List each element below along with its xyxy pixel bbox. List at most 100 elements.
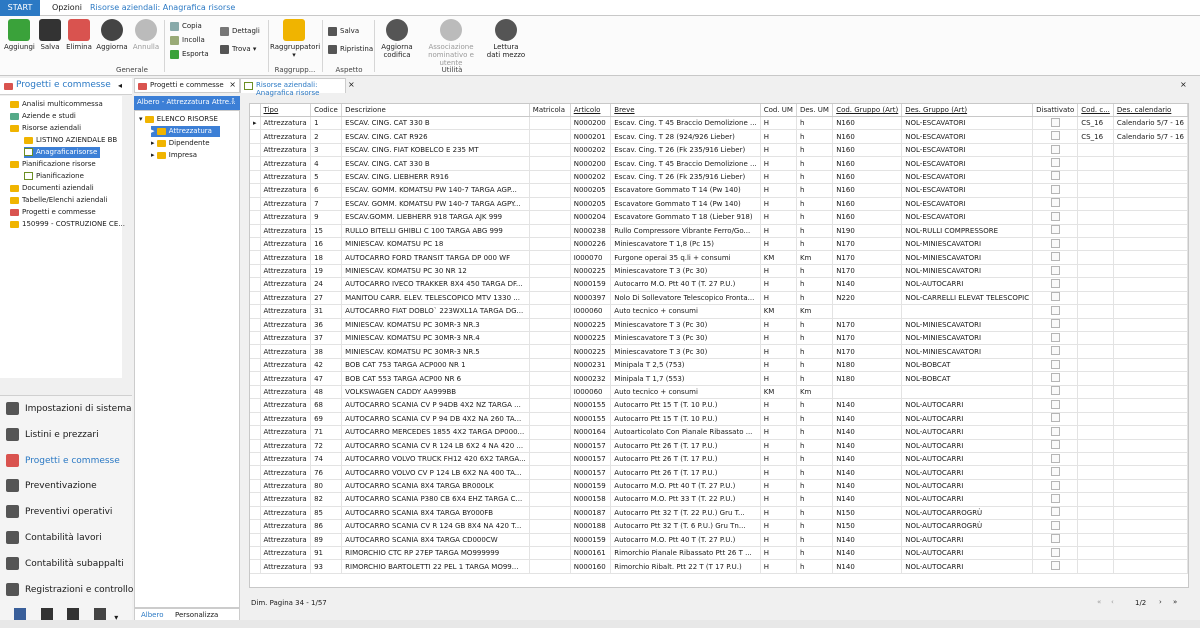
table-cell[interactable] xyxy=(1113,143,1188,158)
table-cell[interactable] xyxy=(1032,143,1079,158)
table-cell[interactable]: AUTOCARRO VOLVO CV P 124 LB 6X2 NA 400 T… xyxy=(341,465,530,480)
row-indicator[interactable] xyxy=(250,492,261,507)
table-cell[interactable]: H xyxy=(760,492,797,507)
table-cell[interactable]: 7 xyxy=(310,197,343,212)
first-page-button[interactable]: « xyxy=(1097,598,1101,606)
table-cell[interactable]: 3 xyxy=(310,143,343,158)
module-subappalti[interactable]: Contabilità subappalti xyxy=(6,555,124,573)
table-row[interactable]: Attrezzatura 72 AUTOCARRO SCANIA CV R 124 … xyxy=(250,439,1188,453)
table-cell[interactable] xyxy=(1032,304,1079,319)
table-cell[interactable]: MINIESCAV. KOMATSU PC 30MR-3 NR.5 xyxy=(341,344,530,359)
table-cell[interactable]: NOL-MINIESCAVATORI xyxy=(901,318,1034,333)
tab-start[interactable]: START xyxy=(0,0,40,16)
table-cell[interactable] xyxy=(1113,183,1188,198)
table-cell[interactable]: NOL-MINIESCAVATORI xyxy=(901,264,1034,279)
table-cell[interactable] xyxy=(1032,533,1079,548)
tab-albero[interactable]: Albero xyxy=(141,611,164,619)
row-indicator[interactable] xyxy=(250,452,261,467)
table-cell[interactable] xyxy=(1113,506,1188,521)
table-cell[interactable]: H xyxy=(760,210,797,225)
table-cell[interactable]: N000160 xyxy=(570,559,612,574)
table-cell[interactable]: h xyxy=(796,143,834,158)
table-cell[interactable]: NOL-MINIESCAVATORI xyxy=(901,344,1034,359)
table-cell[interactable] xyxy=(1032,546,1079,561)
table-row[interactable]: Attrezzatura 68 AUTOCARRO SCANIA CV P 94DB… xyxy=(250,398,1188,413)
table-cell[interactable] xyxy=(1077,439,1114,453)
table-cell[interactable]: Autocarro Ptt 32 T (T. 22 P.U.) Gru T... xyxy=(610,506,761,521)
table-cell[interactable]: N000159 xyxy=(570,533,612,548)
row-indicator[interactable] xyxy=(250,197,261,212)
row-indicator[interactable] xyxy=(250,479,261,494)
table-cell[interactable]: h xyxy=(796,506,834,521)
collapse-icon[interactable]: ◂ xyxy=(118,81,122,90)
table-cell[interactable]: Escav. Cing. T 28 (924/926 Lieber) xyxy=(610,129,761,144)
table-cell[interactable]: 31 xyxy=(310,304,343,319)
col-cod-um[interactable]: Cod. UM xyxy=(760,104,797,117)
table-cell[interactable]: N000164 xyxy=(570,425,612,440)
table-cell[interactable]: Attrezzatura xyxy=(260,197,312,212)
table-cell[interactable]: N000200 xyxy=(570,156,612,171)
table-cell[interactable] xyxy=(529,116,571,131)
prev-page-button[interactable]: ‹ xyxy=(1111,598,1114,606)
tree-node[interactable]: Progetti e commesse xyxy=(10,207,96,218)
table-cell[interactable] xyxy=(529,197,571,212)
table-cell[interactable]: N140 xyxy=(832,277,903,292)
table-cell[interactable] xyxy=(1113,331,1188,346)
refresh-button[interactable]: Aggiorna xyxy=(96,19,128,51)
table-cell[interactable] xyxy=(1113,519,1188,534)
table-row[interactable]: Attrezzatura 18 AUTOCARRO FORD TRANSIT TAR… xyxy=(250,250,1188,265)
table-cell[interactable]: Attrezzatura xyxy=(260,277,312,292)
table-cell[interactable]: Auto tecnico + consumi xyxy=(610,385,761,400)
table-row[interactable]: Attrezzatura 5 ESCAV. CING. LIEBHERR R916 N… xyxy=(250,170,1188,185)
table-cell[interactable]: Attrezzatura xyxy=(260,210,312,225)
row-indicator[interactable] xyxy=(250,412,261,427)
export-button[interactable]: Esporta xyxy=(170,49,209,60)
table-cell[interactable]: Rimorchio Pianale Ribassato Ptt 26 T ... xyxy=(610,546,761,561)
row-indicator[interactable] xyxy=(250,519,261,534)
table-cell[interactable]: 76 xyxy=(310,465,343,480)
close-icon[interactable]: × xyxy=(229,80,236,89)
table-cell[interactable]: h xyxy=(796,129,834,144)
table-cell[interactable] xyxy=(529,304,571,319)
disabled-checkbox[interactable] xyxy=(1050,359,1060,369)
table-cell[interactable] xyxy=(1032,197,1079,212)
table-cell[interactable]: 4 xyxy=(310,156,343,171)
table-cell[interactable] xyxy=(529,371,571,386)
row-indicator[interactable] xyxy=(250,439,261,453)
table-cell[interactable] xyxy=(529,170,571,185)
table-cell[interactable]: N140 xyxy=(832,439,903,453)
table-cell[interactable]: 68 xyxy=(310,398,343,413)
last-page-button[interactable]: » xyxy=(1173,598,1177,606)
update-coding-button[interactable]: Aggiorna codifica xyxy=(378,19,416,59)
table-cell[interactable]: NOL-MINIESCAVATORI xyxy=(901,237,1034,252)
table-row[interactable]: Attrezzatura 6 ESCAV. GOMM. KOMATSU PW 140… xyxy=(250,183,1188,198)
table-cell[interactable]: N000238 xyxy=(570,224,612,238)
table-cell[interactable]: NOL-AUTOCARRI xyxy=(901,452,1034,467)
disabled-checkbox[interactable] xyxy=(1050,399,1060,409)
table-cell[interactable]: NOL-AUTOCARRI xyxy=(901,492,1034,507)
table-cell[interactable]: Auto tecnico + consumi xyxy=(610,304,761,319)
table-cell[interactable]: h xyxy=(796,412,834,427)
table-cell[interactable] xyxy=(1032,344,1079,359)
table-cell[interactable] xyxy=(1077,492,1114,507)
table-cell[interactable]: Attrezzatura xyxy=(260,412,312,427)
table-cell[interactable]: NOL-ESCAVATORI xyxy=(901,197,1034,212)
table-cell[interactable]: Attrezzatura xyxy=(260,546,312,561)
table-cell[interactable]: h xyxy=(796,533,834,548)
table-row[interactable]: Attrezzatura 36 MINIESCAV. KOMATSU PC 30MR… xyxy=(250,318,1188,333)
row-indicator[interactable] xyxy=(250,224,261,238)
row-indicator[interactable] xyxy=(250,465,261,480)
table-cell[interactable]: NOL-AUTOCARRI xyxy=(901,479,1034,494)
table-cell[interactable]: AUTOCARRO SCANIA 8X4 TARGA BR000LK xyxy=(341,479,530,494)
table-cell[interactable] xyxy=(1077,452,1114,467)
disabled-checkbox[interactable] xyxy=(1050,319,1060,329)
row-indicator[interactable] xyxy=(250,304,261,319)
table-row[interactable]: Attrezzatura 24 AUTOCARRO IVECO TRAKKER 8X… xyxy=(250,277,1188,292)
table-cell[interactable]: Autocarro Ptt 26 T (T. 17 P.U.) xyxy=(610,465,761,480)
table-cell[interactable]: 91 xyxy=(310,546,343,561)
table-cell[interactable]: 1 xyxy=(310,116,343,131)
table-cell[interactable]: 2 xyxy=(310,129,343,144)
table-cell[interactable]: h xyxy=(796,519,834,534)
table-cell[interactable]: AUTOCARRO SCANIA CV R 124 LB 6X2 4 NA 42… xyxy=(341,439,530,453)
table-cell[interactable] xyxy=(1077,143,1114,158)
